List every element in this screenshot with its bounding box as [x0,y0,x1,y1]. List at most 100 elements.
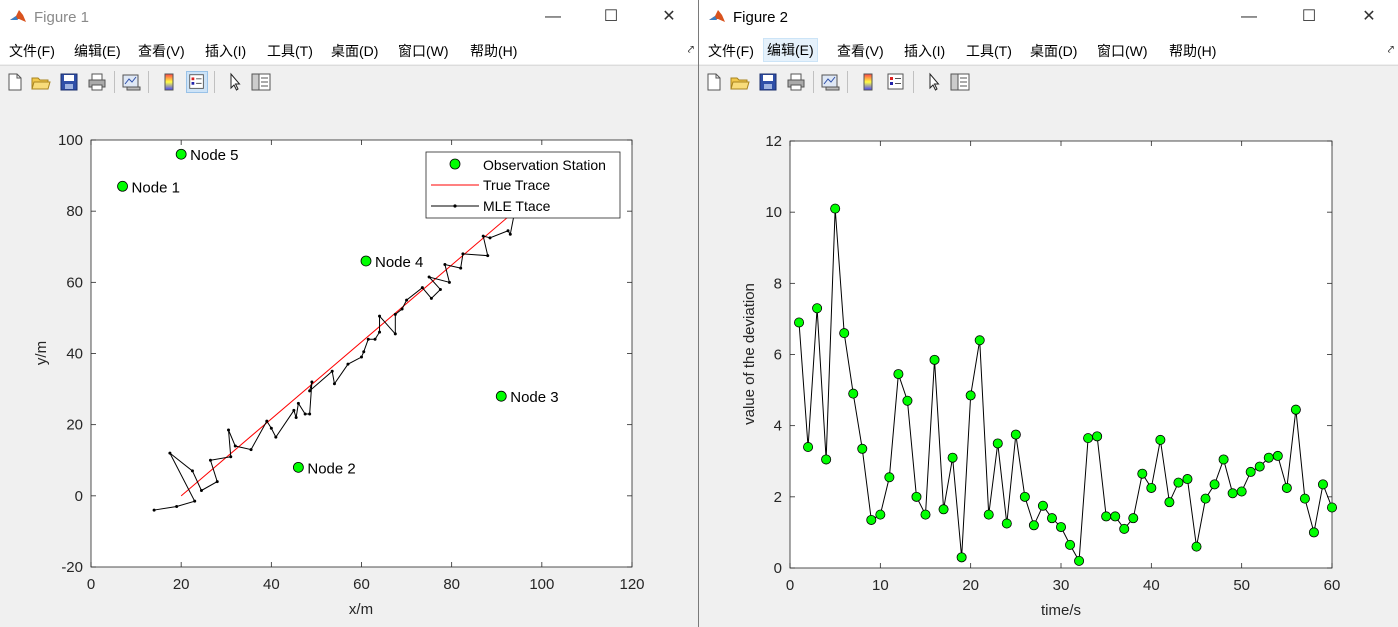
mle-point [233,444,237,448]
minimize-button[interactable]: — [1220,0,1278,36]
mle-point [199,488,203,492]
maximize-button[interactable]: ☐ [582,0,640,36]
x-axis-label: time/s [1041,602,1081,619]
mle-point [443,263,447,267]
maximize-button[interactable]: ☐ [1280,0,1338,36]
menu-edit[interactable]: 编辑(E) [763,38,818,62]
mle-point [481,234,485,238]
menu-desktop[interactable]: 桌面(D) [328,40,381,62]
toolbar [0,65,698,99]
menu-window[interactable]: 窗口(W) [1094,40,1151,62]
mle-point [308,389,312,393]
colorbar-icon[interactable] [158,71,180,93]
minimize-button[interactable]: — [524,0,582,36]
open-icon[interactable] [729,71,751,93]
mle-point [378,330,382,334]
mle-point [429,296,433,300]
menu-insert[interactable]: 插入(I) [901,40,948,62]
y-axis-label: y/m [33,341,50,365]
deviation-point [1182,474,1193,485]
link-plot-icon[interactable] [819,71,841,93]
legend-icon[interactable] [186,71,208,93]
x-tick-label: 40 [263,576,280,593]
mle-point [400,307,404,311]
menu-desktop[interactable]: 桌面(D) [1027,40,1080,62]
figure2-window: Figure 2 — ☐ ✕ 文件(F) 编辑(E) 查看(V) 插入(I) 工… [699,0,1398,627]
deviation-point [1001,518,1012,529]
legend[interactable]: Observation Station True Trace MLE Ttace [425,151,621,219]
deviation-point [803,442,814,453]
save-icon[interactable] [58,71,80,93]
close-button[interactable]: ✕ [1340,0,1398,36]
deviation-point [929,354,940,365]
mle-point [360,355,363,359]
deviation-point [866,514,877,525]
deviation-point [794,317,805,328]
deviation-point [1281,482,1292,493]
x-axis-label: x/m [349,601,373,618]
station-marker [117,180,128,192]
deviation-point [1110,511,1121,522]
toolbar-separator [913,71,914,93]
menu-help[interactable]: 帮助(H) [1166,40,1219,62]
deviation-point [1010,429,1021,440]
new-figure-icon[interactable] [4,71,26,93]
print-icon[interactable] [86,71,108,93]
print-icon[interactable] [785,71,807,93]
new-figure-icon[interactable] [703,71,725,93]
deviation-point [1191,541,1202,552]
deviation-point [1200,493,1211,504]
pointer-icon[interactable] [923,71,945,93]
menu-tools[interactable]: 工具(T) [963,40,1015,62]
property-editor-icon[interactable] [250,71,272,93]
title-bar[interactable]: Figure 1 — ☐ ✕ [0,0,698,36]
mle-point [294,416,298,420]
dock-arrow-icon[interactable]: ⤤ [1388,44,1394,57]
deviation-point [1092,431,1103,442]
mle-point [215,480,219,484]
axes-box[interactable] [789,140,1333,569]
legend-icon[interactable] [885,71,907,93]
deviation-point [965,390,976,401]
menu-tools[interactable]: 工具(T) [264,40,316,62]
menu-view[interactable]: 查看(V) [135,40,188,62]
link-plot-icon[interactable] [120,71,142,93]
deviation-point [1254,461,1265,472]
menu-edit[interactable]: 编辑(E) [71,40,124,62]
y-tick-label: 20 [66,417,83,434]
station-label: Node 1 [132,179,180,196]
colorbar-icon[interactable] [857,71,879,93]
y-tick-label: 60 [66,274,83,291]
menu-help[interactable]: 帮助(H) [467,40,520,62]
y-tick-label: 80 [66,203,83,220]
title-bar[interactable]: Figure 2 — ☐ ✕ [699,0,1398,36]
menu-insert[interactable]: 插入(I) [202,40,249,62]
matlab-icon [709,10,725,22]
property-editor-icon[interactable] [949,71,971,93]
x-tick-label: 20 [173,576,190,593]
open-icon[interactable] [30,71,52,93]
menu-bar: 文件(F) 编辑(E) 查看(V) 插入(I) 工具(T) 桌面(D) 窗口(W… [699,36,1398,64]
mle-point [229,455,233,459]
mle-point [168,451,172,455]
dock-arrow-icon[interactable]: ⤤ [688,44,694,57]
deviation-point [1083,433,1094,444]
x-tick-label: 40 [1143,577,1160,594]
close-button[interactable]: ✕ [640,0,698,36]
deviation-point [1327,502,1338,513]
mle-point [459,266,463,270]
deviation-point [1317,479,1328,490]
save-icon[interactable] [757,71,779,93]
deviation-point [1263,452,1274,463]
menu-window[interactable]: 窗口(W) [395,40,452,62]
figure-canvas: 0 20 40 60 80 100 120 -20 0 20 40 60 80 100 Node 1 Nod… [0,98,698,627]
mle-point [438,287,442,291]
deviation-plot: 0 10 20 30 40 50 60 0 2 4 6 8 10 12 time/s value of t… [741,133,1340,619]
deviation-point [884,472,895,483]
menu-file[interactable]: 文件(F) [6,40,58,62]
deviation-point [983,509,994,520]
pointer-icon[interactable] [224,71,246,93]
menu-file[interactable]: 文件(F) [705,40,757,62]
toolbar [699,65,1398,99]
menu-view[interactable]: 查看(V) [834,40,887,62]
